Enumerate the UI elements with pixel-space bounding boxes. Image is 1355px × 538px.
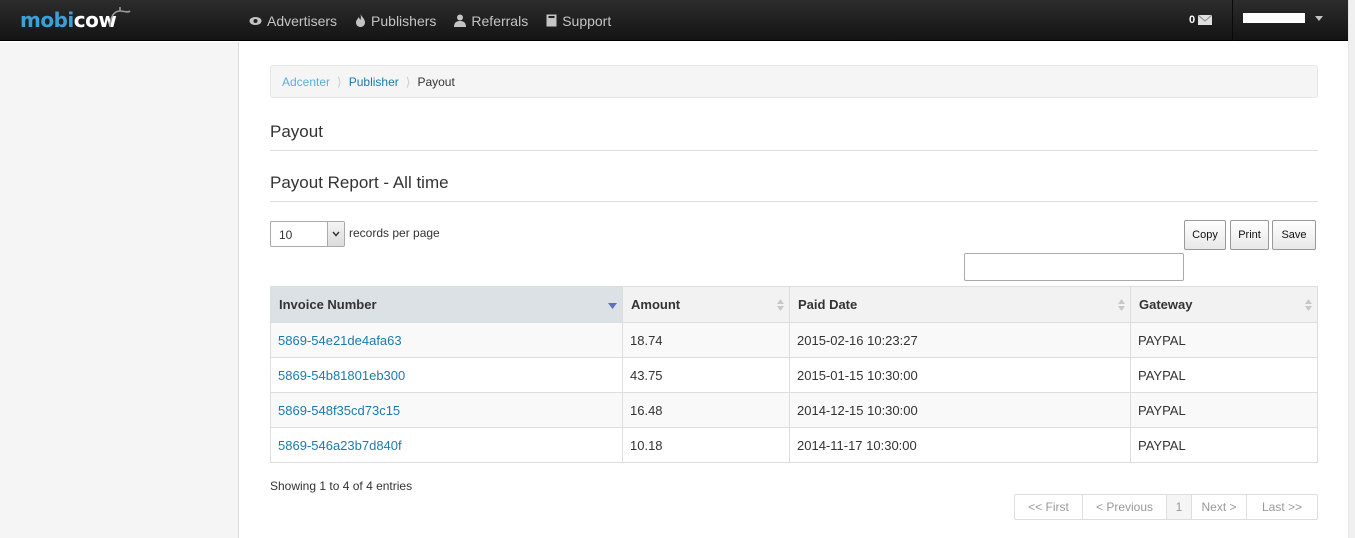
divider [270,201,1318,202]
invoice-link[interactable]: 5869-54b81801eb300 [278,368,405,383]
print-button[interactable]: Print [1230,220,1269,250]
cell-invoice: 5869-548f35cd73c15 [270,392,623,428]
cow-horns-icon [109,7,131,28]
invoice-link[interactable]: 5869-548f35cd73c15 [278,403,400,418]
column-label: Paid Date [798,297,858,312]
cell-amount: 10.18 [622,427,790,463]
invoice-link[interactable]: 5869-546a23b7d840f [278,438,402,453]
breadcrumb-publisher[interactable]: Publisher [349,75,399,89]
copy-button[interactable]: Copy [1184,220,1226,250]
logo-text-mobi: mobi [20,8,74,32]
user-menu-dropdown[interactable] [1243,13,1323,23]
cell-gateway: PAYPAL [1130,392,1318,428]
sort-both-icon [777,299,784,311]
chevron-down-icon [332,231,340,237]
cell-paid-date: 2015-01-15 10:30:00 [789,357,1131,393]
invoice-link[interactable]: 5869-54e21de4afa63 [278,333,402,348]
book-icon [546,14,557,27]
sort-both-icon [1305,299,1312,311]
envelope-icon [1198,14,1213,25]
save-button[interactable]: Save [1272,220,1316,250]
cell-paid-date: 2015-02-16 10:23:27 [789,322,1131,358]
last-page-button[interactable]: Last >> [1247,495,1317,519]
eye-icon [249,16,262,25]
cell-gateway: PAYPAL [1130,322,1318,358]
breadcrumb-adcenter[interactable]: Adcenter [282,75,330,89]
nav-support[interactable]: Support [546,13,611,29]
fire-icon [356,14,366,27]
column-amount[interactable]: Amount [622,286,790,323]
cell-amount: 16.48 [622,392,790,428]
cell-invoice: 5869-546a23b7d840f [270,427,623,463]
main-nav: Advertisers Publishers Referrals Support [249,0,629,41]
table-search-input[interactable] [964,253,1184,281]
breadcrumb: Adcenter ⟩ Publisher ⟩ Payout [270,65,1318,98]
nav-advertisers[interactable]: Advertisers [249,13,337,29]
next-page-button[interactable]: Next > [1192,495,1247,519]
sidebar [0,42,239,538]
table-row: 5869-54e21de4afa63 18.74 2015-02-16 10:2… [270,322,1318,358]
report-title: Payout Report - All time [270,173,449,192]
records-per-page-label: records per page [349,226,440,240]
nav-publishers-label: Publishers [371,12,437,29]
column-label: Gateway [1139,297,1193,312]
nav-referrals-label: Referrals [471,12,529,29]
caret-down-icon [1315,15,1323,21]
nav-advertisers-label: Advertisers [267,12,338,29]
payout-table: Invoice Number Amount Paid Date Gateway [270,286,1318,463]
column-paid-date[interactable]: Paid Date [789,286,1131,323]
column-invoice-number[interactable]: Invoice Number [270,286,623,323]
cell-paid-date: 2014-12-15 10:30:00 [789,392,1131,428]
messages-indicator[interactable]: 0 [1189,12,1219,27]
cell-amount: 43.75 [622,357,790,393]
top-navbar: mobi cow Advertisers Publishers Referrals [0,0,1348,41]
table-row: 5869-54b81801eb300 43.75 2015-01-15 10:3… [270,357,1318,393]
sort-desc-icon [608,303,617,309]
cell-invoice: 5869-54b81801eb300 [270,357,623,393]
first-page-button[interactable]: << First [1015,495,1083,519]
nav-publishers[interactable]: Publishers [355,13,436,29]
mobicow-logo[interactable]: mobi cow [20,7,131,33]
table-row: 5869-548f35cd73c15 16.48 2014-12-15 10:3… [270,392,1318,428]
pagination: << First < Previous 1 Next > Last >> [1014,494,1318,520]
column-label: Invoice Number [279,297,377,312]
table-row: 5869-546a23b7d840f 10.18 2014-11-17 10:3… [270,427,1318,463]
breadcrumb-separator: ⟩ [405,74,411,89]
cell-amount: 18.74 [622,322,790,358]
records-per-page-select[interactable]: 10 [270,221,345,247]
column-gateway[interactable]: Gateway [1130,286,1318,323]
user-icon [454,14,467,27]
message-count: 0 [1189,13,1196,26]
nav-divider [1232,0,1233,41]
column-label: Amount [631,297,681,312]
breadcrumb-current: Payout [417,74,455,89]
vertical-scrollbar[interactable] [1348,0,1355,538]
cell-gateway: PAYPAL [1130,357,1318,393]
redacted-username [1243,13,1305,23]
cell-gateway: PAYPAL [1130,427,1318,463]
previous-page-button[interactable]: < Previous [1083,495,1167,519]
select-arrow[interactable] [327,222,344,246]
nav-support-label: Support [562,12,612,29]
sort-both-icon [1118,299,1125,311]
cell-paid-date: 2014-11-17 10:30:00 [789,427,1131,463]
records-per-page-value: 10 [279,228,293,242]
page-title: Payout [270,122,323,141]
table-header-row: Invoice Number Amount Paid Date Gateway [270,286,1318,323]
cell-invoice: 5869-54e21de4afa63 [270,322,623,358]
breadcrumb-separator: ⟩ [337,74,342,89]
divider [270,150,1318,151]
page-1-button[interactable]: 1 [1167,495,1192,519]
table-info: Showing 1 to 4 of 4 entries [270,479,413,493]
nav-referrals[interactable]: Referrals [454,13,528,29]
